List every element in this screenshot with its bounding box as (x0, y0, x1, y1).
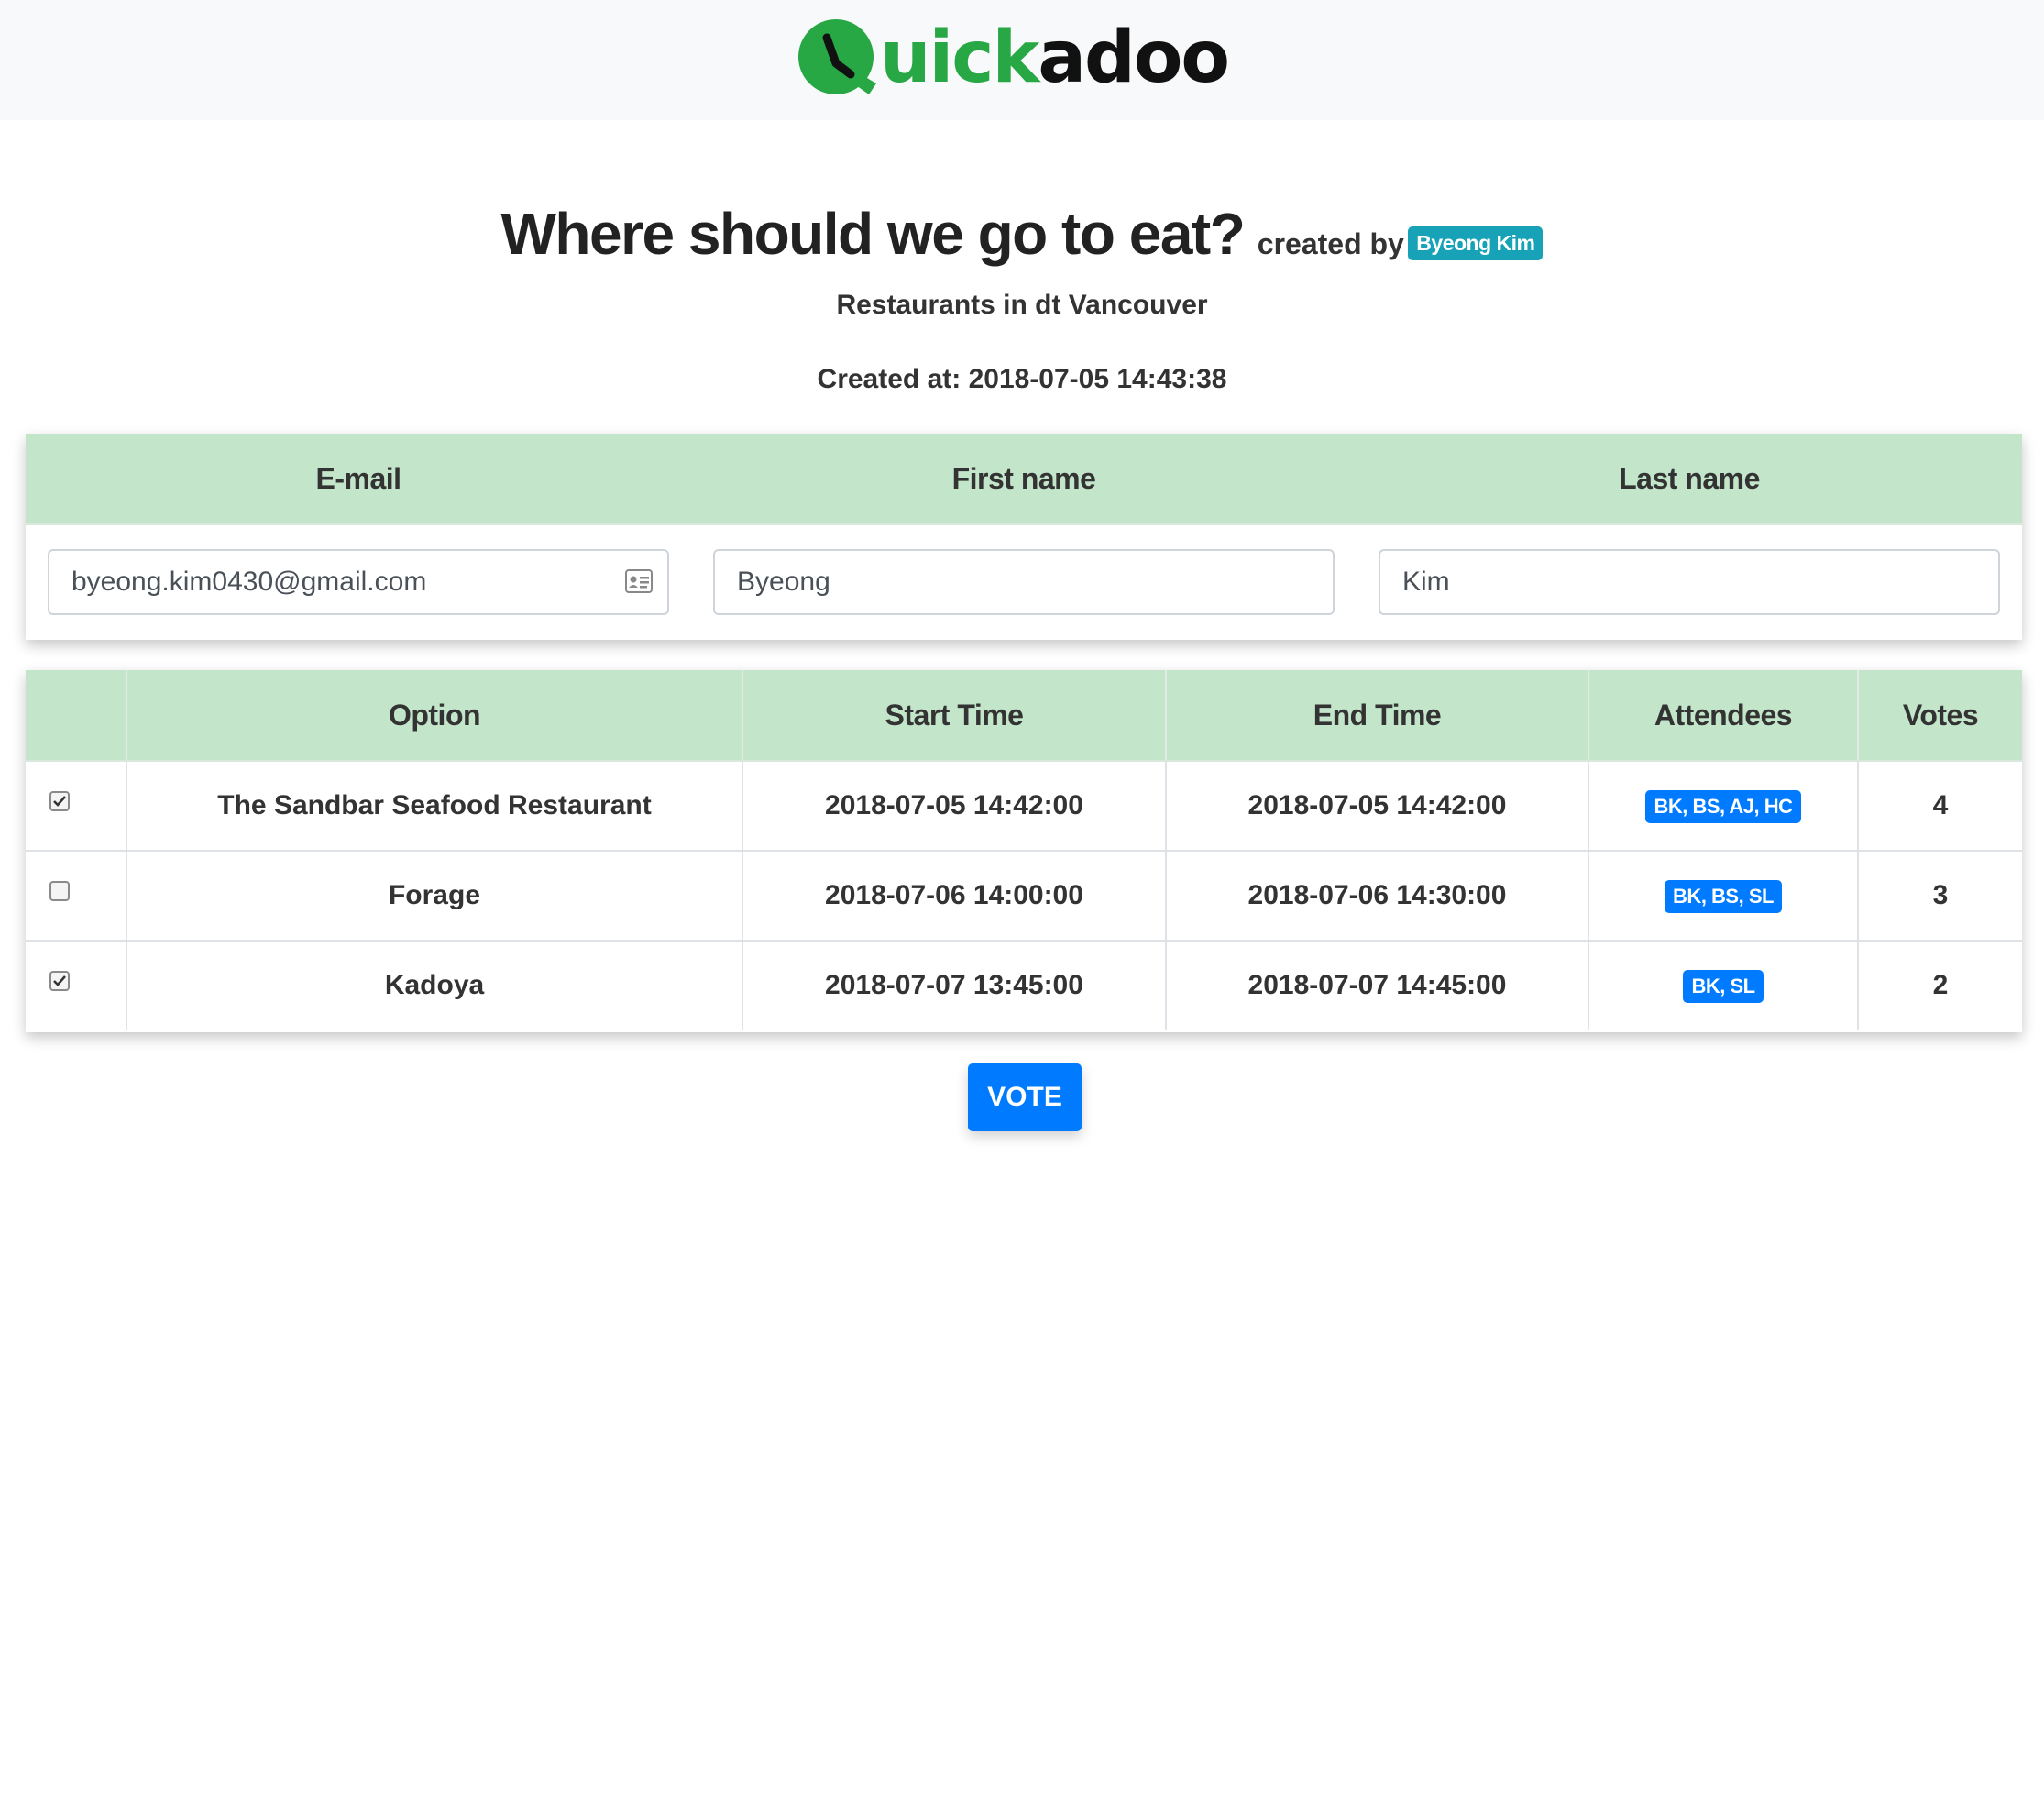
end-time-column-header: End Time (1165, 670, 1588, 762)
last-name-header: Last name (1619, 461, 1760, 495)
first-name-header: First name (951, 461, 1096, 495)
logo-text-black: adoo (1038, 17, 1230, 99)
poll-title: Where should we go to eat? (500, 201, 1246, 267)
attendees-cell: BK, BS, AJ, HC (1588, 761, 1858, 851)
checkmark-icon (53, 796, 66, 807)
start-time: 2018-07-06 14:00:00 (742, 850, 1166, 941)
option-checkbox[interactable] (49, 881, 70, 901)
creator-badge: Byeong Kim (1408, 226, 1544, 260)
contact-card-icon (625, 569, 653, 593)
logo-wordmark: uickadoo (880, 22, 1230, 94)
select-column-header (26, 670, 126, 762)
option-checkbox[interactable] (49, 971, 70, 991)
vote-button[interactable]: VOTE (968, 1063, 1082, 1131)
created-at: Created at: 2018-07-05 14:43:38 (817, 364, 1227, 394)
navbar: uickadoo (0, 0, 2044, 120)
last-name-field[interactable] (1379, 549, 2000, 615)
first-name-field[interactable] (713, 549, 1335, 615)
attendees-cell: BK, BS, SL (1588, 850, 1858, 941)
select-cell (26, 940, 126, 1030)
user-info-fields (26, 525, 2022, 640)
logo-text-green: uick (880, 17, 1039, 99)
end-time: 2018-07-06 14:30:00 (1165, 850, 1588, 941)
votes-count: 3 (1857, 850, 2022, 941)
option-checkbox[interactable] (49, 791, 70, 811)
start-time-column-header: Start Time (742, 670, 1166, 762)
poll-header: Where should we go to eat? created by By… (0, 200, 2044, 268)
attendees-column-header: Attendees (1588, 670, 1858, 762)
select-cell (26, 850, 126, 941)
select-cell (26, 761, 126, 851)
end-time: 2018-07-05 14:42:00 (1165, 761, 1588, 851)
table-row: Forage 2018-07-06 14:00:00 2018-07-06 14… (26, 850, 2022, 941)
option-name: The Sandbar Seafood Restaurant (126, 761, 742, 851)
email-field[interactable] (48, 549, 669, 615)
clock-q-icon (798, 19, 876, 94)
table-header-row: Option Start Time End Time Attendees Vot… (26, 670, 2022, 762)
poll-description: Restaurants in dt Vancouver (836, 290, 1208, 320)
attendees-badge: BK, SL (1683, 969, 1764, 1003)
options-table: Option Start Time End Time Attendees Vot… (26, 670, 2022, 1030)
email-header: E-mail (315, 461, 401, 495)
attendees-badge: BK, BS, AJ, HC (1645, 789, 1801, 823)
user-info-header: E-mail First name Last name (26, 434, 2022, 525)
votes-count: 4 (1857, 761, 2022, 851)
options-card: Option Start Time End Time Attendees Vot… (26, 670, 2022, 1032)
user-info-card: E-mail First name Last name (26, 434, 2022, 640)
attendees-badge: BK, BS, SL (1665, 879, 1782, 913)
option-column-header: Option (126, 670, 742, 762)
votes-count: 2 (1857, 940, 2022, 1030)
table-row: The Sandbar Seafood Restaurant 2018-07-0… (26, 761, 2022, 851)
quickadoo-logo[interactable]: uickadoo (796, 15, 1230, 99)
created-by-label: created by (1257, 227, 1404, 260)
table-row: Kadoya 2018-07-07 13:45:00 2018-07-07 14… (26, 940, 2022, 1030)
start-time: 2018-07-05 14:42:00 (742, 761, 1166, 851)
option-name: Kadoya (126, 940, 742, 1030)
option-name: Forage (126, 850, 742, 941)
end-time: 2018-07-07 14:45:00 (1165, 940, 1588, 1030)
start-time: 2018-07-07 13:45:00 (742, 940, 1166, 1030)
checkmark-icon (53, 975, 66, 986)
attendees-cell: BK, SL (1588, 940, 1858, 1030)
votes-column-header: Votes (1857, 670, 2022, 762)
